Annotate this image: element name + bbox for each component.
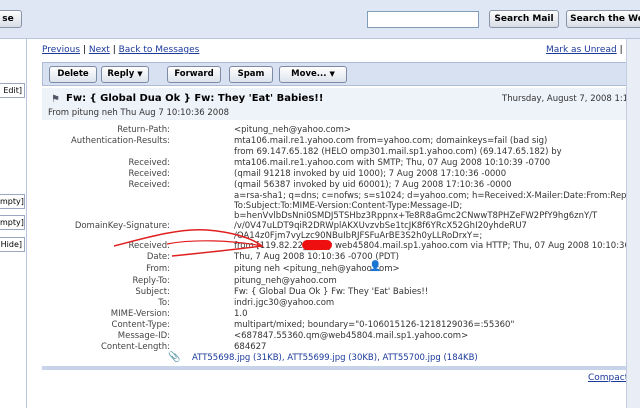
header-label: Content-Type:	[111, 320, 170, 330]
nav-separator: |	[82, 45, 86, 55]
mark-as-unread-link[interactable]: Mark as Unread	[546, 45, 617, 55]
message-header: ⚑ Fw: { Global Dua Ok } Fw: They 'Eat' B…	[42, 88, 634, 120]
message-date: Thursday, August 7, 2008 1:10	[502, 94, 634, 104]
header-value: mta106.mail.re1.yahoo.com with SMTP; Thu…	[234, 158, 551, 168]
flag-icon[interactable]: ⚑	[51, 94, 60, 105]
header-label: Received:	[128, 158, 170, 168]
header-label: Return-Path:	[117, 125, 170, 135]
header-value: mta106.mail.re1.yahoo.com from=yahoo.com…	[234, 136, 548, 146]
header-label: Received:	[128, 180, 170, 190]
spam-button[interactable]: Spam	[229, 66, 273, 83]
header-label: Received:	[128, 169, 170, 179]
move-label: Move...	[291, 69, 327, 79]
attachments-list[interactable]: ATT55698.jpg (31KB), ATT55699.jpg (30KB)…	[192, 353, 478, 363]
sidebar-empty-link-1[interactable]: mpty]	[0, 194, 25, 209]
header-value: indri.jgc30@yahoo.com	[234, 298, 335, 308]
header-label: Message-ID:	[117, 331, 170, 341]
left-sidebar: Edit] mpty] mpty] Hide]	[0, 39, 27, 408]
header-value: 1.0	[234, 309, 248, 319]
reply-label: Reply	[107, 69, 135, 79]
sidebar-empty-link-2[interactable]: mpty]	[0, 215, 25, 230]
header-value: Fw: { Global Dua Ok } Fw: They 'Eat' Bab…	[234, 287, 429, 297]
header-label: Reply-To:	[132, 276, 171, 286]
move-button[interactable]: Move... ▼	[279, 66, 347, 83]
header-value: a=rsa-sha1; q=dns; c=nofws; s=s1024; d=y…	[234, 191, 637, 201]
header-value: <687847.55360.qm@web45804.mail.sp1.yahoo…	[234, 331, 469, 341]
previous-link[interactable]: Previous	[42, 45, 80, 55]
header-value: pitung_neh@yahoo.com	[234, 276, 337, 286]
nav-separator: |	[619, 45, 623, 55]
message-subject: Fw: { Global Dua Ok } Fw: They 'Eat' Bab…	[66, 93, 324, 104]
next-link[interactable]: Next	[89, 45, 110, 55]
top-bar: se Search Mail Search the We	[0, 0, 640, 39]
header-label: Authentication-Results:	[70, 136, 170, 146]
header-value: (qmail 56387 invoked by uid 60001); 7 Au…	[234, 180, 512, 190]
search-input[interactable]	[367, 11, 479, 28]
nav-separator: |	[112, 45, 116, 55]
header-label: MIME-Version:	[110, 309, 170, 319]
header-value: 684627	[234, 342, 267, 352]
paperclip-icon: 📎	[168, 352, 181, 363]
header-value: from 69.147.65.182 (HELO omp301.mail.sp1…	[234, 147, 562, 157]
chevron-down-icon: ▼	[137, 70, 143, 78]
search-mail-button[interactable]: Search Mail	[489, 10, 559, 28]
search-web-button[interactable]: Search the We	[566, 10, 640, 28]
message-from-line: From pitung neh Thu Aug 7 10:10:36 2008	[48, 108, 230, 118]
sidebar-edit-link[interactable]: Edit]	[0, 83, 25, 98]
reply-button[interactable]: Reply ▼	[101, 66, 149, 83]
header-value: (qmail 91218 invoked by uid 1000); 7 Aug…	[234, 169, 507, 179]
message-toolbar: Delete Reply ▼ Forward Spam Move... ▼	[42, 62, 628, 86]
full-headers: Return-Path: <pitung_neh@yahoo.com> Auth…	[42, 121, 640, 367]
delete-button[interactable]: Delete	[49, 66, 97, 83]
top-left-button[interactable]: se	[0, 10, 22, 28]
back-to-messages-link[interactable]: Back to Messages	[119, 45, 200, 55]
message-footer-bar	[42, 366, 626, 370]
mark-unread-area: Mark as Unread |	[546, 45, 623, 55]
sidebar-hide-link[interactable]: Hide]	[0, 237, 25, 252]
header-value: <pitung_neh@yahoo.com>	[234, 125, 351, 135]
scrollbar[interactable]	[626, 39, 640, 408]
forward-button[interactable]: Forward	[167, 66, 221, 83]
message-nav: Previous | Next | Back to Messages	[42, 45, 199, 55]
header-label: Subject:	[135, 287, 170, 297]
header-label: To:	[158, 298, 170, 308]
chevron-down-icon: ▼	[329, 70, 335, 78]
header-value: multipart/mixed; boundary="0-106015126-1…	[234, 320, 515, 330]
add-contact-icon[interactable]: 👤	[369, 261, 381, 272]
header-value: To:Subject:To:MIME-Version:Content-Type:…	[234, 201, 463, 211]
header-label: Content-Length:	[100, 342, 170, 352]
annotation-stroke	[113, 228, 264, 257]
